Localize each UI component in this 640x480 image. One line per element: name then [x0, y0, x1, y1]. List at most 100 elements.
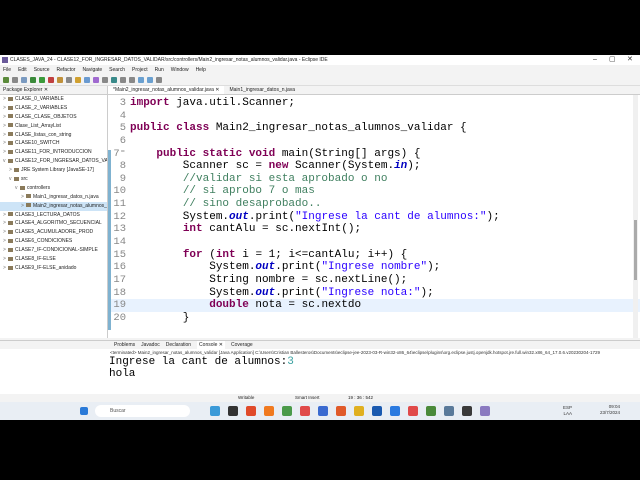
taskbar-app-icon[interactable]: [264, 406, 274, 416]
menu-file[interactable]: File: [3, 65, 11, 75]
toolbar-button[interactable]: [102, 77, 108, 83]
code-line[interactable]: 5 public class Main2_ingresar_notas_alumn…: [108, 122, 640, 135]
tree-item[interactable]: > JRE System Library [JavaSE-17]: [0, 166, 107, 175]
tree-item[interactable]: vCLASE12_FOR_INGRESAR_DATOS_VALIDAR: [0, 157, 107, 166]
tree-item[interactable]: > CLASE7_IF-CONDICIONAL-SIMPLE: [0, 246, 107, 255]
taskbar-app-icon[interactable]: [228, 406, 238, 416]
toolbar-button[interactable]: [111, 77, 117, 83]
tree-item[interactable]: > CLASE9_IF-ELSE_anidado: [0, 264, 107, 273]
tree-item[interactable]: >Main2_ingresar_notas_alumnos_validar.ja…: [0, 201, 107, 211]
menu-edit[interactable]: Edit: [18, 65, 27, 75]
toolbar-button[interactable]: [3, 77, 9, 83]
taskbar-app-icon[interactable]: [282, 406, 292, 416]
code-line[interactable]: 8 Scanner sc = new Scanner(System.in);: [108, 160, 640, 173]
menu-navigate[interactable]: Navigate: [82, 65, 102, 75]
editor-tab[interactable]: *Main2_ingresar_notas_alumnos_validar.ja…: [108, 86, 225, 94]
taskbar-app-icon[interactable]: [444, 406, 454, 416]
menu-search[interactable]: Search: [109, 65, 125, 75]
minimize-button[interactable]: –: [593, 55, 597, 65]
toolbar-button[interactable]: [138, 77, 144, 83]
tree-item[interactable]: > CLASE_0_VARIABLE: [0, 95, 107, 104]
tab-javadoc[interactable]: Javadoc: [141, 341, 160, 349]
toolbar-button[interactable]: [75, 77, 81, 83]
code-editor[interactable]: 3 import java.util.Scanner; 4 5 public class…: [108, 95, 640, 338]
tree-item[interactable]: > CLASE5_ACUMULADORE_PROD: [0, 228, 107, 237]
console-output-line[interactable]: hola: [0, 368, 640, 380]
taskbar-app-icon[interactable]: [354, 406, 364, 416]
toolbar-button[interactable]: [48, 77, 54, 83]
toolbar-button[interactable]: [120, 77, 126, 83]
code-line[interactable]: 12 System.out.print("Ingrese la cant de …: [108, 211, 640, 224]
scroll-thumb[interactable]: [634, 220, 637, 280]
toolbar-button[interactable]: [129, 77, 135, 83]
menu-source[interactable]: Source: [34, 65, 50, 75]
toolbar-button[interactable]: [93, 77, 99, 83]
toolbar-button[interactable]: [39, 77, 45, 83]
code-line[interactable]: 7⁼ public static void main(String[] args…: [108, 148, 640, 161]
tree-item[interactable]: > Main1_ingresar_datos_n.java: [0, 193, 107, 202]
code-line[interactable]: 11 // sino desaprobado..: [108, 198, 640, 211]
tree-item[interactable]: > CLASE10_SWITCH: [0, 139, 107, 148]
console-output-line[interactable]: Ingrese la cant de alumnos:3: [0, 356, 640, 368]
code-line[interactable]: 10 // si aprobo 7 o mas: [108, 185, 640, 198]
menu-run[interactable]: Run: [155, 65, 164, 75]
toolbar-button[interactable]: [57, 77, 63, 83]
tree-item[interactable]: > CLASE_listas_con_string: [0, 131, 107, 140]
close-button[interactable]: ✕: [627, 55, 633, 65]
tree-item[interactable]: > CLASE_2_VARIABLES: [0, 104, 107, 113]
toolbar-button[interactable]: [66, 77, 72, 83]
taskbar-app-icon[interactable]: [210, 406, 220, 416]
code-line[interactable]: 17 String nombre = sc.nextLine();: [108, 274, 640, 287]
tree-item[interactable]: > CLASE11_FOR_INTRODUCCION: [0, 148, 107, 157]
toolbar-button[interactable]: [156, 77, 162, 83]
tab-declaration[interactable]: Declaration: [166, 341, 191, 349]
code-line[interactable]: 18 System.out.print("Ingrese nota:");: [108, 287, 640, 300]
windows-start-icon[interactable]: [80, 407, 88, 415]
taskbar-app-icon[interactable]: [426, 406, 436, 416]
code-line[interactable]: 19 double nota = sc.nextdo: [108, 299, 640, 312]
tree-item[interactable]: > CLASE4_ALGORITMO_SECUENCIAL: [0, 219, 107, 228]
code-line[interactable]: 14: [108, 236, 640, 249]
toolbar-button[interactable]: [30, 77, 36, 83]
taskbar-search[interactable]: Buscar: [95, 405, 190, 417]
tree-item[interactable]: > CLASE6_CONDICIONES: [0, 237, 107, 246]
code-line[interactable]: 16 System.out.print("Ingrese nombre");: [108, 261, 640, 274]
toolbar-button[interactable]: [84, 77, 90, 83]
tree-item[interactable]: > CLASE3_LECTURA_DATOS: [0, 211, 107, 220]
code-line[interactable]: 3 import java.util.Scanner;: [108, 97, 640, 110]
taskbar-app-icon[interactable]: [318, 406, 328, 416]
code-line[interactable]: 20 }: [108, 312, 640, 325]
tree-item[interactable]: > CLASE_CLASE_OBJETOS: [0, 113, 107, 122]
tab-problems[interactable]: Problems: [114, 341, 135, 349]
tree-item[interactable]: > Clase_List_ArrayList: [0, 122, 107, 131]
package-explorer-tab[interactable]: Package Explorer ✕: [0, 86, 107, 95]
menu-help[interactable]: Help: [196, 65, 206, 75]
taskbar-app-icon[interactable]: [480, 406, 490, 416]
taskbar-app-icon[interactable]: [246, 406, 256, 416]
menu-window[interactable]: Window: [171, 65, 189, 75]
code-line[interactable]: 9 //validar si esta aprobado o no: [108, 173, 640, 186]
tab-console[interactable]: Console ✕: [197, 341, 225, 349]
toolbar-button[interactable]: [147, 77, 153, 83]
toolbar-button[interactable]: [21, 77, 27, 83]
taskbar-app-icon[interactable]: [300, 406, 310, 416]
code-line[interactable]: 6: [108, 135, 640, 148]
code-line[interactable]: 15 for (int i = 1; i<=cantAlu; i++) {: [108, 249, 640, 262]
editor-tab[interactable]: Main1_ingresar_datos_n.java: [224, 86, 300, 94]
tab-coverage[interactable]: Coverage: [231, 341, 253, 349]
code-line[interactable]: 4: [108, 110, 640, 123]
menu-refactor[interactable]: Refactor: [57, 65, 76, 75]
tree-item[interactable]: > CLASE8_IF-ELSE: [0, 255, 107, 264]
tree-item[interactable]: v src: [0, 175, 107, 184]
menu-project[interactable]: Project: [132, 65, 148, 75]
taskbar-app-icon[interactable]: [462, 406, 472, 416]
system-tray[interactable]: ESP LAA 09:04 23/7/2024: [563, 404, 620, 416]
taskbar-app-icon[interactable]: [336, 406, 346, 416]
maximize-button[interactable]: ▢: [609, 55, 616, 65]
taskbar-app-icon[interactable]: [372, 406, 382, 416]
taskbar-app-icon[interactable]: [408, 406, 418, 416]
code-line[interactable]: 13 int cantAlu = sc.nextInt();: [108, 223, 640, 236]
tree-item[interactable]: v controllers: [0, 184, 107, 193]
editor-scrollbar[interactable]: [633, 95, 638, 338]
taskbar-app-icon[interactable]: [390, 406, 400, 416]
